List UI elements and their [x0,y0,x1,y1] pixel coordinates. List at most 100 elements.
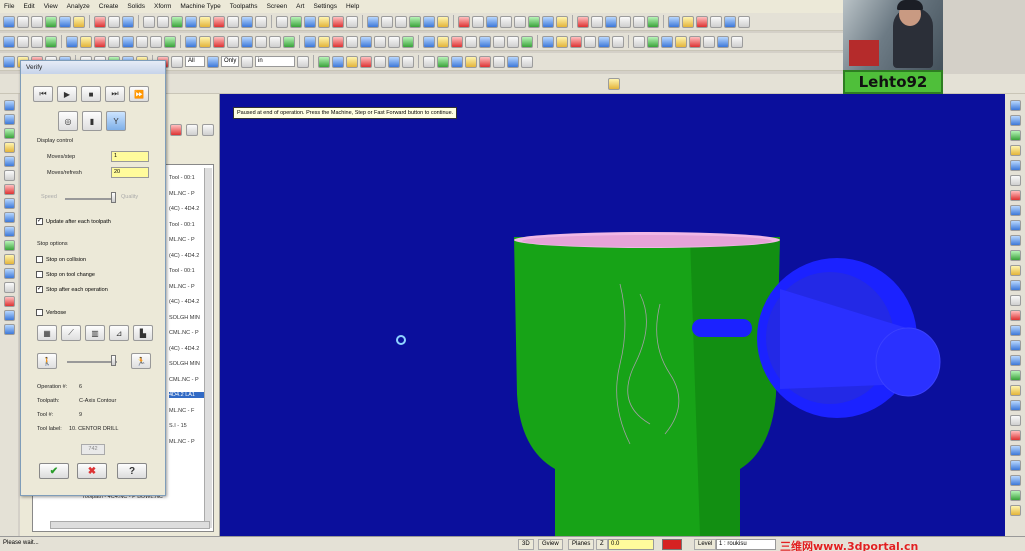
toolbar-button-icon[interactable] [458,15,470,28]
tree-row[interactable]: Tool - 00:1 [169,222,205,228]
side-toolbar-icon[interactable] [1009,475,1021,486]
selection-only-field[interactable]: Only [221,56,239,67]
ops-tab-icon[interactable] [170,124,182,136]
side-toolbar-icon[interactable] [3,254,15,265]
toolbar-button-icon[interactable] [199,15,211,28]
toolbar-button-icon[interactable] [45,15,57,28]
toolbar-button-icon[interactable] [507,55,519,68]
toolbar-button-icon[interactable] [689,35,701,48]
z-depth-field[interactable]: 0.0 [608,539,654,550]
toolbar-button-icon[interactable] [409,15,421,28]
toolbar-button-icon[interactable] [318,55,330,68]
toolbar-button-icon[interactable] [493,35,505,48]
toolbar-button-icon[interactable] [465,35,477,48]
toolbar-button-icon[interactable] [94,15,106,28]
tree-row[interactable]: CML.NC - P [169,377,205,383]
tree-row[interactable]: CML.NC - P [169,330,205,336]
toolbar-button-icon[interactable] [556,15,568,28]
toolbar-button-icon[interactable] [318,15,330,28]
toolbar-button-icon[interactable] [668,15,680,28]
stock-icon[interactable]: ▦ [37,325,57,341]
toolbar-button-icon[interactable] [297,55,309,68]
toolbar-button-icon[interactable] [633,15,645,28]
toolbar-button-icon[interactable] [136,35,148,48]
side-toolbar-icon[interactable] [1009,460,1021,471]
tree-row[interactable]: 4D4.2 LA1 [169,392,205,398]
tree-row[interactable]: ML.NC - P [169,191,205,197]
side-toolbar-icon[interactable] [3,100,15,111]
tree-row[interactable]: (4C) - 4D4.2 [169,299,205,305]
toolbar-button-icon[interactable] [171,55,183,68]
menu-item[interactable]: Create [99,3,119,10]
menu-item[interactable]: Solids [127,3,145,10]
tree-row[interactable]: (4C) - 4D4.2 [169,253,205,259]
toolbar-button-icon[interactable] [738,15,750,28]
toolbar-button-icon[interactable] [213,35,225,48]
side-toolbar-icon[interactable] [1009,490,1021,501]
toolbar-button-icon[interactable] [255,35,267,48]
tree-scrollbar[interactable] [204,168,212,528]
toolbar-button-icon[interactable] [570,35,582,48]
ops-tabs[interactable] [170,124,215,138]
toolbar-button-icon[interactable] [507,35,519,48]
toolbar-button-icon[interactable] [171,15,183,28]
toolbar-button-icon[interactable] [199,35,211,48]
toolbar-button-icon[interactable] [122,15,134,28]
tree-row[interactable]: S.I - 15 [169,423,205,429]
side-toolbar-icon[interactable] [1009,205,1021,216]
tree-row[interactable]: ML.NC - P [169,237,205,243]
menu-item[interactable]: Toolpaths [230,3,258,10]
tree-row[interactable]: SOLGH MIN [169,361,205,367]
side-toolbar-icon[interactable] [1009,445,1021,456]
stop-on-collision-checkbox[interactable]: Stop on collision [36,256,86,263]
side-toolbar-icon[interactable] [1009,220,1021,231]
toolbar-button-icon[interactable] [598,35,610,48]
toolbar-button-icon[interactable] [437,15,449,28]
side-toolbar-icon[interactable] [1009,355,1021,366]
toolbar-button-icon[interactable] [283,35,295,48]
ops-tab-icon[interactable] [186,124,198,136]
menu-item[interactable]: Screen [267,3,288,10]
toolbar-button-icon[interactable] [207,55,219,68]
step-icon[interactable]: ⏭ [105,86,125,102]
menu-item[interactable]: Edit [23,3,34,10]
walk-icon[interactable]: 🚶 [37,353,57,369]
toolbar-button-icon[interactable] [696,15,708,28]
toolbar-button-icon[interactable] [367,15,379,28]
toolbar-button-icon[interactable] [227,35,239,48]
toolbar-button-icon[interactable] [59,15,71,28]
side-toolbar-icon[interactable] [1009,400,1021,411]
toolbar-button-icon[interactable] [661,35,673,48]
side-toolbar-icon[interactable] [3,324,15,335]
toolbar-button-icon[interactable] [157,15,169,28]
section-icon[interactable]: ▙ [133,325,153,341]
checkbox-box[interactable] [36,309,43,316]
toolbar-button-icon[interactable] [360,55,372,68]
toolbar-button-icon[interactable] [108,35,120,48]
menu-item[interactable]: Xform [154,3,171,10]
side-toolbar-icon[interactable] [1009,295,1021,306]
toolbar-button-icon[interactable] [437,35,449,48]
tool-display-icon[interactable]: ▮ [82,111,102,131]
toolbar-button-icon[interactable] [241,35,253,48]
toolbar-button-icon[interactable] [374,55,386,68]
toolbar-button-icon[interactable] [185,35,197,48]
toolbar-button-icon[interactable] [3,55,15,68]
toolbar-button-icon[interactable] [66,35,78,48]
side-toolbar-icon[interactable] [3,310,15,321]
toolbar-button-icon[interactable] [556,35,568,48]
toolbar-button-icon[interactable] [3,35,15,48]
side-toolbar-icon[interactable] [3,198,15,209]
toolbar-button-icon[interactable] [94,35,106,48]
toolbar-button-icon[interactable] [479,35,491,48]
compare-icon[interactable]: ⊿ [109,325,129,341]
toolbar-button-icon[interactable] [360,35,372,48]
tree-row[interactable]: ML.NC - P [169,439,205,445]
toolbar-button-icon[interactable] [73,15,85,28]
toolbar-button-icon[interactable] [493,55,505,68]
toolbar-button-icon[interactable] [122,35,134,48]
side-toolbar-icon[interactable] [1009,340,1021,351]
toolbar-button-icon[interactable] [108,15,120,28]
toolbar-button-icon[interactable] [608,77,620,90]
toolbar-button-icon[interactable] [227,15,239,28]
